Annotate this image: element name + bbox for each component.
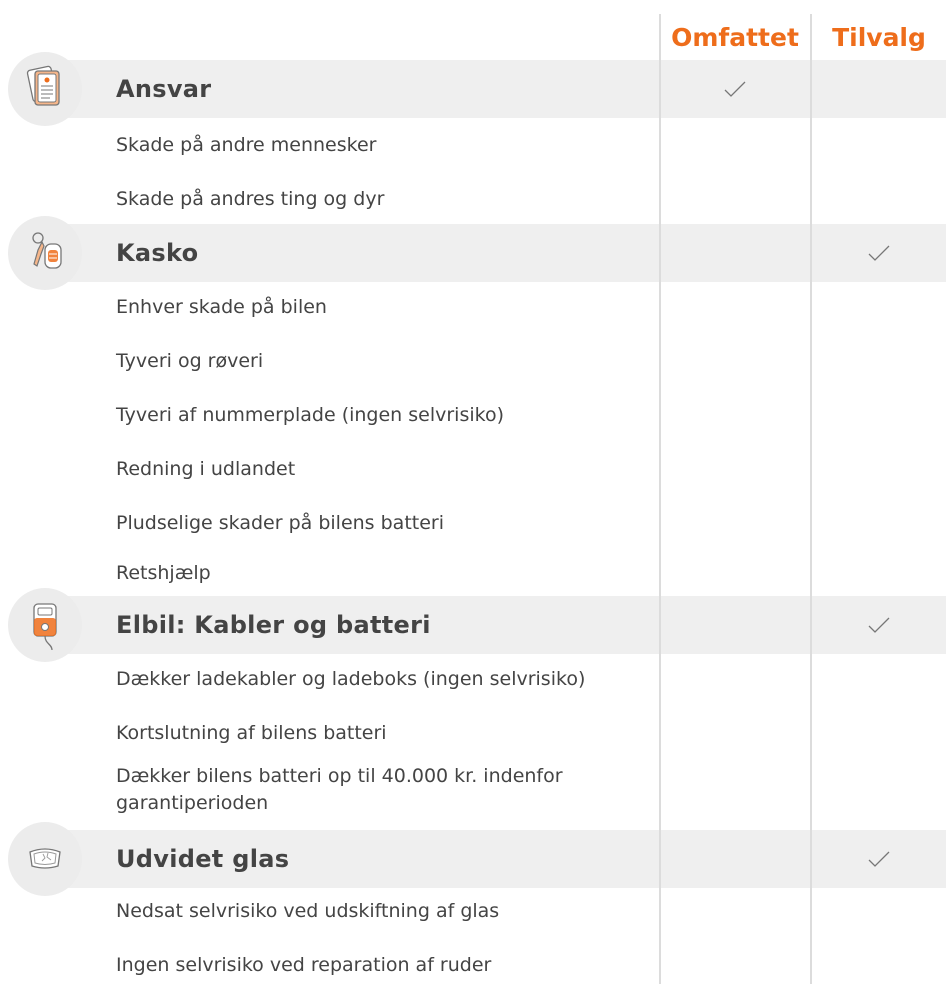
group-title: Udvidet glas: [116, 845, 290, 873]
list-item: Tyveri og røveri: [0, 334, 946, 388]
coverage-item-label: Tyveri og røveri: [116, 350, 264, 372]
coverage-item-label: Tyveri af nummerplade (ingen selvrisiko): [116, 404, 505, 426]
list-item: Dækker bilens batteri op til 40.000 kr. …: [0, 752, 946, 832]
column-divider-optional: [810, 14, 812, 984]
coverage-item-label: Pludselige skader på bilens batteri: [116, 512, 445, 534]
optional-checkmark-icon: [812, 241, 946, 265]
group-row-ansvar: Ansvar: [0, 52, 946, 126]
list-item: Dækker ladekabler og ladeboks (ingen sel…: [0, 652, 946, 706]
charging-station-icon: [8, 588, 82, 662]
group-title: Kasko: [116, 239, 199, 267]
coverage-table: Omfattet Tilvalg Ansvar Skade på andre m…: [0, 0, 946, 984]
column-divider-included: [659, 14, 661, 984]
group-row-udvidet-glas: Udvidet glas: [0, 822, 946, 896]
optional-checkmark-icon: [812, 613, 946, 637]
coverage-item-label: Skade på andre mennesker: [116, 134, 377, 156]
coverage-item-label: Redning i udlandet: [116, 458, 296, 480]
list-item: Skade på andre mennesker: [0, 118, 946, 172]
column-header-included: Omfattet: [671, 23, 799, 52]
coverage-item-label: Enhver skade på bilen: [116, 296, 327, 318]
coverage-item-label: Dækker ladekabler og ladeboks (ingen sel…: [116, 668, 586, 690]
coverage-item-label: Retshjælp: [116, 562, 211, 584]
included-checkmark-icon: [660, 77, 810, 101]
optional-checkmark-icon: [812, 847, 946, 871]
document-icon: [8, 52, 82, 126]
list-item: Pludselige skader på bilens batteri: [0, 496, 946, 550]
windshield-icon: [8, 822, 82, 896]
group-title: Elbil: Kabler og batteri: [116, 611, 431, 639]
coverage-item-label: Skade på andres ting og dyr: [116, 188, 385, 210]
group-row-kasko: Kasko: [0, 216, 946, 290]
list-item: Redning i udlandet: [0, 442, 946, 496]
list-item: Nedsat selvrisiko ved udskiftning af gla…: [0, 884, 946, 938]
group-title: Ansvar: [116, 75, 212, 103]
list-item: Retshjælp: [0, 546, 946, 600]
group-row-elbil: Elbil: Kabler og batteri: [0, 588, 946, 662]
list-item: Enhver skade på bilen: [0, 280, 946, 334]
coverage-item-label: Dækker bilens batteri op til 40.000 kr. …: [116, 765, 563, 814]
list-item: Skade på andres ting og dyr: [0, 172, 946, 226]
list-item: Tyveri af nummerplade (ingen selvrisiko): [0, 388, 946, 442]
column-header-optional: Tilvalg: [832, 23, 926, 52]
car-keys-icon: [8, 216, 82, 290]
coverage-item-label: Nedsat selvrisiko ved udskiftning af gla…: [116, 900, 500, 922]
